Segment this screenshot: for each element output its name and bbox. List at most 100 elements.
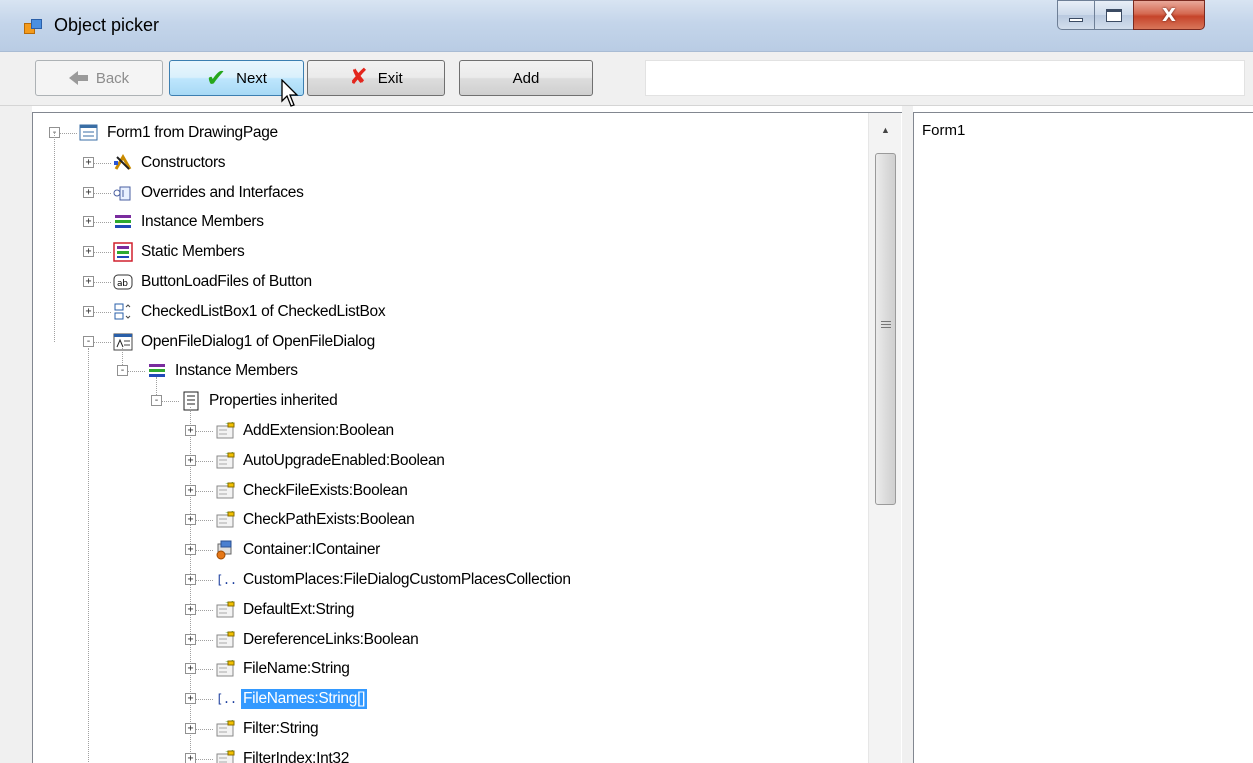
button-control-icon: ab (113, 272, 133, 292)
expand-toggle[interactable]: + (83, 186, 94, 198)
tree-item-property[interactable]: DereferenceLinks:Boolean (215, 626, 420, 654)
property-icon (215, 421, 235, 441)
tree-item-property[interactable]: FileName:String (215, 655, 352, 683)
tree-item-label: CheckFileExists:Boolean (243, 481, 408, 499)
path-input[interactable] (645, 60, 1245, 96)
expand-toggle[interactable]: + (83, 156, 94, 168)
tree-item-property[interactable]: DefaultExt:String (215, 596, 356, 624)
collapse-toggle[interactable]: - (83, 335, 94, 347)
expand-toggle[interactable]: + (185, 514, 196, 526)
interfaces-icon (113, 183, 133, 203)
properties-icon (181, 391, 201, 411)
expand-toggle[interactable]: + (185, 723, 196, 734)
property-icon (215, 481, 235, 501)
expand-toggle[interactable]: + (185, 663, 196, 675)
tree-item-label: ButtonLoadFiles of Button (141, 273, 312, 290)
maximize-button[interactable] (1094, 0, 1134, 30)
members-icon (147, 361, 167, 381)
expand-toggle[interactable]: + (185, 603, 196, 615)
tree-item[interactable]: Constructors (113, 149, 227, 177)
expand-toggle[interactable]: + (185, 544, 196, 556)
property-icon (215, 630, 235, 650)
static-members-icon (113, 242, 133, 262)
tree-item-label: AutoUpgradeEnabled:Boolean (243, 451, 445, 469)
tree-item-property[interactable]: FilterIndex:Int32 (215, 745, 351, 763)
tree-item[interactable]: OpenFileDialog1 of OpenFileDialog (113, 328, 377, 356)
openfiledialog-icon (113, 332, 133, 352)
expand-toggle[interactable]: + (185, 454, 196, 466)
toolbar: Back ✔ Next ✘ Exit Add (0, 52, 1253, 106)
expand-toggle[interactable]: + (185, 574, 196, 585)
expand-toggle[interactable]: + (83, 216, 94, 228)
tree-item-label: OpenFileDialog1 of OpenFileDialog (141, 332, 375, 350)
back-button[interactable]: Back (35, 60, 163, 96)
tree-item[interactable]: ab ButtonLoadFiles of Button (113, 268, 314, 296)
minimize-button[interactable] (1057, 0, 1095, 30)
expand-toggle[interactable]: + (83, 276, 94, 287)
expand-toggle[interactable]: + (185, 752, 196, 763)
tree-item-label: Instance Members (175, 362, 298, 380)
array-icon: [...] (215, 689, 251, 709)
tree-item-property[interactable]: CheckPathExists:Boolean (215, 506, 416, 534)
tree-item-label: FilterIndex:Int32 (243, 749, 350, 763)
tree-item-label: Container:IContainer (243, 541, 381, 559)
tree-item-properties-inherited[interactable]: Properties inherited (181, 387, 339, 415)
collapse-toggle[interactable]: - (117, 365, 128, 377)
tree-item-property[interactable]: Container:IContainer (215, 536, 382, 564)
tree-item[interactable]: Instance Members (113, 208, 266, 236)
constructors-icon (113, 153, 133, 173)
back-arrow-icon (68, 71, 88, 85)
tree-item-label: CustomPlaces:FileDialogCustomPlacesColle… (243, 571, 571, 588)
tree-item-property[interactable]: CheckFileExists:Boolean (215, 477, 410, 505)
expand-toggle[interactable]: + (83, 246, 94, 258)
scroll-thumb[interactable] (875, 153, 896, 505)
tree-item-root[interactable]: Form1 from DrawingPage (79, 119, 280, 147)
tree-item[interactable]: Static Members (113, 238, 246, 266)
tree-item-property[interactable]: AutoUpgradeEnabled:Boolean (215, 447, 447, 475)
grip-icon (881, 321, 891, 330)
tree-item-label: DereferenceLinks:Boolean (243, 630, 419, 648)
tree-item-label: FileNames:String[] (241, 689, 368, 710)
expand-toggle[interactable]: + (185, 693, 196, 705)
array-icon: [...] (215, 570, 251, 590)
checkedlistbox-icon (113, 302, 133, 322)
maximize-icon (1106, 8, 1122, 22)
tree-item-label: Filter:String (243, 720, 319, 737)
expand-toggle[interactable]: + (185, 633, 196, 645)
tree-item-label: Constructors (141, 153, 226, 171)
close-button[interactable]: X (1133, 0, 1205, 30)
object-tree[interactable]: - Form1 from DrawingPage + Constructors + Ove… (32, 112, 902, 763)
tree-item-label: Overrides and Interfaces (141, 183, 304, 201)
svg-text:[...]: [...] (216, 573, 235, 587)
members-icon (113, 212, 133, 232)
tree-item-instance-members[interactable]: Instance Members (147, 357, 300, 385)
tree-item-property[interactable]: [...] CustomPlaces:FileDialogCustomPlaces… (215, 566, 573, 594)
tree-item-property[interactable]: [...] FileNames:String[] (215, 685, 368, 713)
tree-item-property[interactable]: AddExtension:Boolean (215, 417, 396, 445)
container-icon (215, 540, 235, 560)
tree-scrollbar[interactable]: ▲ (868, 113, 901, 763)
tree-item-label: Instance Members (141, 213, 264, 231)
property-icon (215, 600, 235, 620)
tree-item[interactable]: CheckedListBox1 of CheckedListBox (113, 298, 387, 326)
add-button[interactable]: Add (459, 60, 593, 96)
property-icon (215, 749, 235, 763)
property-icon (215, 719, 235, 739)
svg-text:ab: ab (117, 279, 128, 289)
tree-item[interactable]: Overrides and Interfaces (113, 179, 306, 207)
scroll-up-arrow-icon[interactable]: ▲ (869, 113, 902, 146)
tree-item-property[interactable]: Filter:String (215, 715, 320, 743)
collapse-toggle[interactable]: - (151, 395, 162, 407)
exit-x-icon: ✘ (349, 65, 368, 90)
expand-toggle[interactable]: + (83, 305, 94, 317)
mouse-cursor-icon (281, 79, 299, 107)
tree-item-label: DefaultExt:String (243, 600, 355, 618)
exit-button[interactable]: ✘ Exit (307, 60, 445, 96)
minimize-icon (1069, 18, 1083, 22)
tree-item-label: Properties inherited (209, 392, 338, 410)
expand-toggle[interactable]: + (185, 484, 196, 496)
add-button-label: Add (512, 69, 540, 87)
expand-toggle[interactable]: + (185, 425, 196, 436)
next-button-label: Next (236, 69, 267, 87)
property-icon (215, 510, 235, 530)
